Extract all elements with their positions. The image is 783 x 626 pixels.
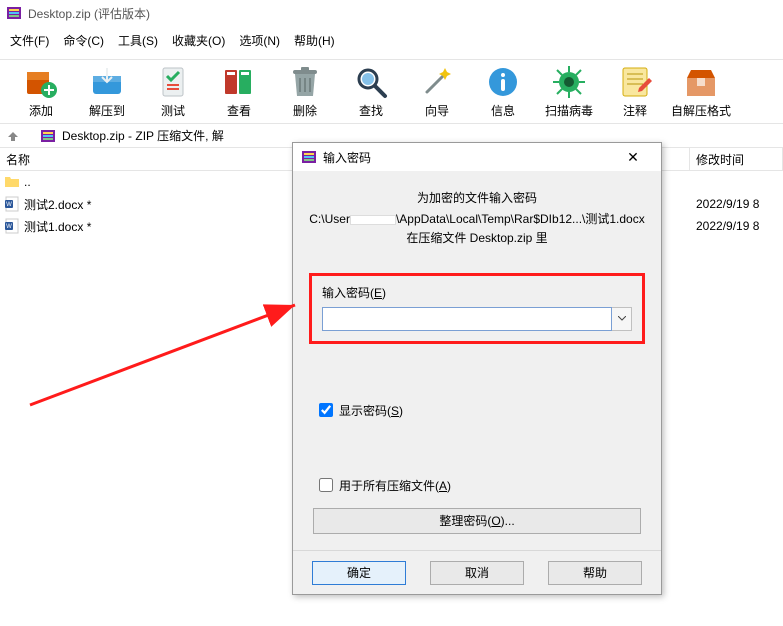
- message-path: C:\User\AppData\Local\Temp\Rar$DIb12...\…: [309, 210, 645, 229]
- app-icon: [301, 149, 317, 165]
- toolbar-label: 解压到: [89, 102, 125, 119]
- svg-text:W: W: [6, 202, 12, 208]
- nav-up-button[interactable]: [4, 127, 22, 145]
- dialog-message: 为加密的文件输入密码 C:\User\AppData\Local\Temp\Ra…: [309, 189, 645, 249]
- view-icon: [221, 64, 257, 100]
- cancel-button[interactable]: 取消: [430, 561, 524, 585]
- password-input[interactable]: [322, 307, 612, 331]
- address-text[interactable]: Desktop.zip - ZIP 压缩文件, 解: [62, 127, 224, 144]
- toolbar-label: 自解压格式: [671, 102, 731, 119]
- checkbox-label: 显示密码(S): [339, 402, 403, 419]
- comment-icon: [617, 64, 653, 100]
- dialog-body: 为加密的文件输入密码 C:\User\AppData\Local\Temp\Ra…: [293, 171, 661, 534]
- sfx-button[interactable]: 自解压格式: [668, 62, 734, 121]
- checkbox-input[interactable]: [319, 403, 333, 417]
- docx-icon: W: [4, 196, 20, 212]
- toolbar-label: 测试: [161, 102, 185, 119]
- message-line: 在压缩文件 Desktop.zip 里: [309, 229, 645, 248]
- chevron-down-icon: [618, 316, 626, 321]
- wizard-button[interactable]: 向导: [404, 62, 470, 121]
- toolbar-label: 查找: [359, 102, 383, 119]
- app-icon: [6, 5, 22, 21]
- scanvirus-button[interactable]: 扫描病毒: [536, 62, 602, 121]
- find-button[interactable]: 查找: [338, 62, 404, 121]
- menu-command[interactable]: 命令(C): [59, 30, 108, 51]
- dialog-footer: 确定 取消 帮助: [293, 550, 661, 594]
- extract-button[interactable]: 解压到: [74, 62, 140, 121]
- dialog-titlebar: 输入密码 ✕: [293, 143, 661, 171]
- delete-button[interactable]: 删除: [272, 62, 338, 121]
- file-mtime: 2022/9/19 8: [690, 219, 783, 233]
- test-button[interactable]: 测试: [140, 62, 206, 121]
- menu-tools[interactable]: 工具(S): [114, 30, 162, 51]
- dialog-title: 输入密码: [323, 149, 613, 166]
- menu-help[interactable]: 帮助(H): [290, 30, 339, 51]
- window-titlebar: Desktop.zip (评估版本): [0, 0, 783, 26]
- scanvirus-icon: [551, 64, 587, 100]
- checkbox-label: 用于所有压缩文件(A): [339, 477, 451, 494]
- show-password-checkbox[interactable]: 显示密码(S): [319, 402, 645, 419]
- help-button[interactable]: 帮助: [548, 561, 642, 585]
- info-button[interactable]: 信息: [470, 62, 536, 121]
- toolbar-label: 注释: [623, 102, 647, 119]
- close-button[interactable]: ✕: [613, 145, 653, 169]
- add-icon: [23, 64, 59, 100]
- toolbar-label: 扫描病毒: [545, 102, 593, 119]
- menu-file[interactable]: 文件(F): [6, 30, 53, 51]
- find-icon: [353, 64, 389, 100]
- menu-favorites[interactable]: 收藏夹(O): [168, 30, 229, 51]
- toolbar-label: 查看: [227, 102, 251, 119]
- menu-options[interactable]: 选项(N): [235, 30, 284, 51]
- toolbar: 添加 解压到 测试 查看 删除 查找 向导 信息 扫描病毒 注释 自解压格式: [0, 59, 783, 123]
- toolbar-label: 信息: [491, 102, 515, 119]
- dropdown-button[interactable]: [612, 307, 632, 331]
- annotation-arrow-icon: [20, 285, 320, 425]
- toolbar-label: 删除: [293, 102, 317, 119]
- comment-button[interactable]: 注释: [602, 62, 668, 121]
- toolbar-label: 向导: [425, 102, 449, 119]
- redacted-icon: [350, 215, 396, 225]
- menubar: 文件(F) 命令(C) 工具(S) 收藏夹(O) 选项(N) 帮助(H): [0, 26, 783, 59]
- svg-text:W: W: [6, 224, 12, 230]
- view-button[interactable]: 查看: [206, 62, 272, 121]
- archive-icon: [40, 128, 56, 144]
- password-input-combo: [322, 307, 632, 331]
- organize-password-button[interactable]: 整理密码(O)...: [313, 508, 641, 534]
- folder-icon: [4, 174, 20, 190]
- ok-button[interactable]: 确定: [312, 561, 406, 585]
- info-icon: [485, 64, 521, 100]
- wizard-icon: [419, 64, 455, 100]
- checkbox-input[interactable]: [319, 478, 333, 492]
- extract-icon: [89, 64, 125, 100]
- docx-icon: W: [4, 218, 20, 234]
- password-label: 输入密码(E): [322, 284, 632, 301]
- window-title: Desktop.zip (评估版本): [28, 5, 150, 22]
- delete-icon: [287, 64, 323, 100]
- add-button[interactable]: 添加: [8, 62, 74, 121]
- all-archives-checkbox[interactable]: 用于所有压缩文件(A): [319, 477, 645, 494]
- message-line: 为加密的文件输入密码: [309, 189, 645, 208]
- test-icon: [155, 64, 191, 100]
- column-mtime[interactable]: 修改时间: [690, 148, 783, 170]
- toolbar-label: 添加: [29, 102, 53, 119]
- file-mtime: 2022/9/19 8: [690, 197, 783, 211]
- password-field-group: 输入密码(E): [309, 273, 645, 344]
- sfx-icon: [683, 64, 719, 100]
- password-dialog: 输入密码 ✕ 为加密的文件输入密码 C:\User\AppData\Local\…: [292, 142, 662, 595]
